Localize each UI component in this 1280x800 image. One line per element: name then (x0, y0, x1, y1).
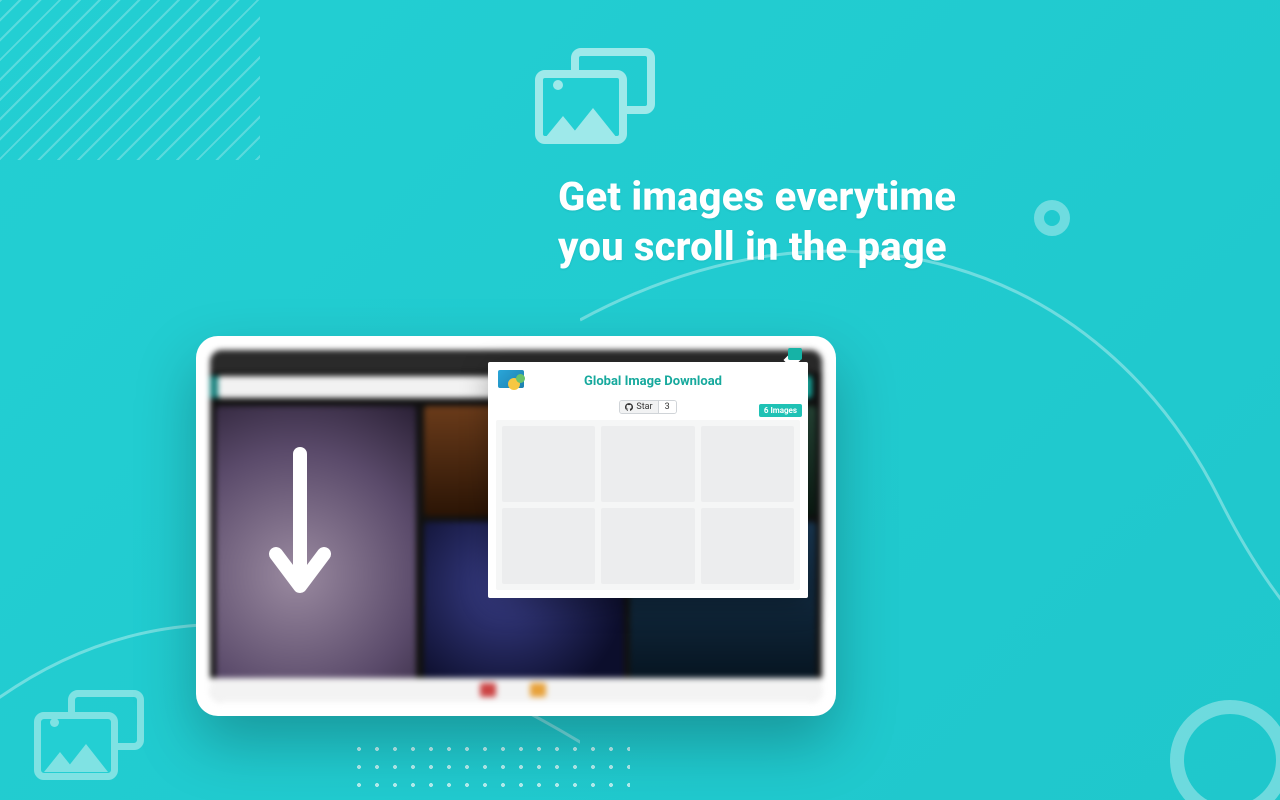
decor-ring (1034, 200, 1070, 236)
github-star-label: Star (636, 402, 652, 412)
promo-stage: Get images everytime you scroll in the p… (0, 0, 1280, 800)
decor-dot-grid (350, 740, 630, 790)
thumbnail-item[interactable] (601, 508, 694, 584)
hero-headline-line: you scroll in the page (558, 222, 956, 272)
thumbnail-item[interactable] (601, 426, 694, 502)
extension-pin-icon[interactable] (788, 348, 802, 360)
extension-logo-icon (498, 370, 524, 392)
thumbnail-grid (496, 420, 800, 590)
thumbnail-item[interactable] (701, 426, 794, 502)
images-count-badge: 6 Images (759, 404, 802, 417)
popup-title: Global Image Download (534, 374, 798, 389)
github-icon (625, 403, 633, 411)
github-star-count: 3 (659, 401, 676, 413)
hero-headline-line: Get images everytime (558, 172, 956, 222)
thumbnail-item[interactable] (502, 426, 595, 502)
hero-headline: Get images everytime you scroll in the p… (558, 172, 956, 272)
thumbnail-item[interactable] (502, 508, 595, 584)
thumbnail-item[interactable] (701, 508, 794, 584)
github-star-button[interactable]: Star 3 (619, 400, 676, 414)
decor-hatch (0, 0, 260, 160)
picture-stack-icon (34, 690, 144, 780)
picture-stack-icon (535, 48, 655, 148)
popup-header: Global Image Download (488, 362, 808, 394)
decor-ring (1170, 700, 1280, 800)
extension-popup: Global Image Download Star 3 6 Images (488, 362, 808, 598)
